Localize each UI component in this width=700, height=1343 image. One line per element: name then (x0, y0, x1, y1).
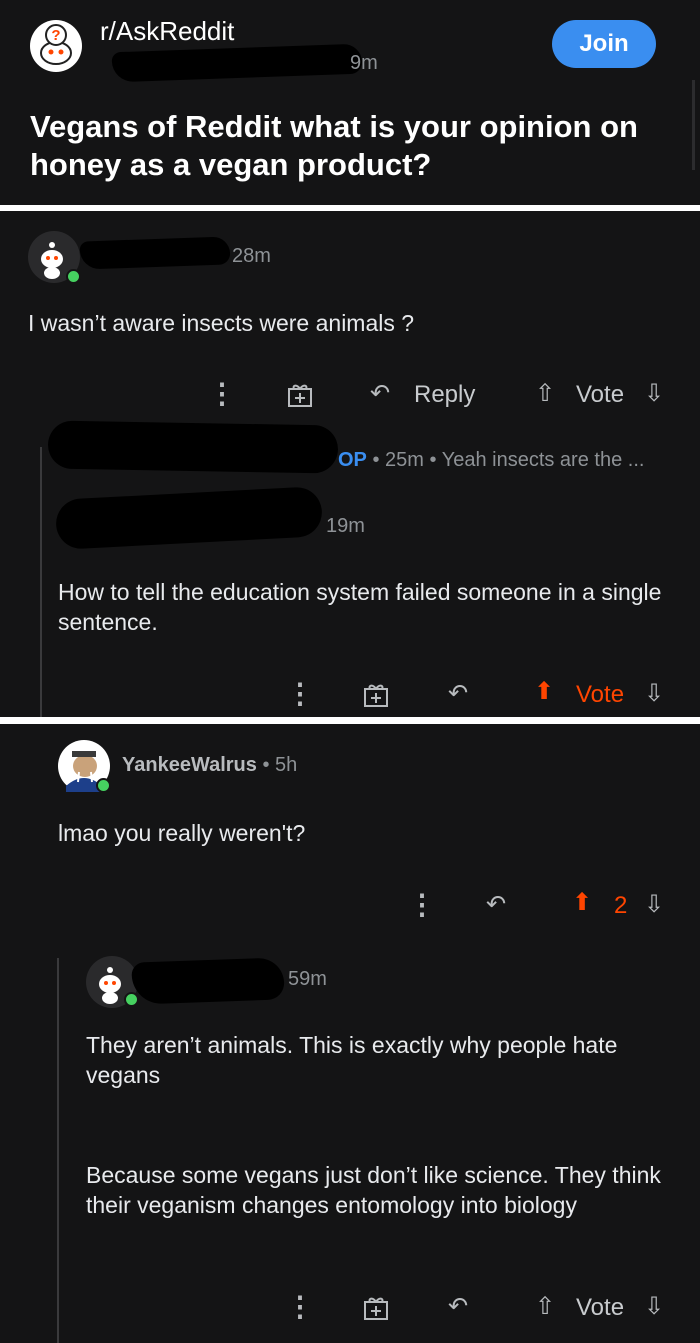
upvote-icon[interactable]: ⇧ (535, 1292, 555, 1321)
post-header: ? r/AskReddit 9m Join Vegans of Reddit w… (0, 0, 700, 205)
award-icon[interactable] (362, 681, 390, 716)
thread-line (40, 447, 42, 717)
award-icon[interactable] (286, 381, 314, 416)
reply-button[interactable]: Reply (414, 381, 475, 409)
downvote-icon[interactable]: ⇩ (644, 379, 664, 408)
collapsed-time: 25m (385, 449, 424, 471)
redacted-collapsed-user (47, 420, 339, 474)
reply-icon[interactable]: ↶ (448, 679, 468, 708)
collapsed-preview: Yeah insects are the ... (441, 449, 645, 471)
subreddit-avatar[interactable]: ? (30, 20, 82, 72)
collapsed-comment-meta[interactable]: OP • 25m • Yeah insects are the ... (338, 449, 644, 472)
redacted-username (79, 236, 231, 270)
meta-separator: • (262, 754, 276, 776)
username[interactable]: YankeeWalrus (122, 754, 257, 776)
online-indicator (96, 778, 111, 793)
vote-label: Vote (576, 1294, 625, 1321)
downvote-icon[interactable]: ⇩ (644, 679, 664, 708)
meta-separator: • (429, 449, 442, 471)
join-button[interactable]: Join (552, 20, 656, 68)
upvote-icon[interactable]: ⇧ (535, 379, 555, 408)
comment-time: 19m (326, 515, 365, 537)
comment-time: 5h (275, 754, 298, 776)
redacted-username (111, 43, 363, 83)
upvote-icon-active[interactable]: ⬆ (534, 677, 554, 706)
snoo-question-icon: ? (40, 24, 72, 65)
comment-time: 28m (232, 245, 271, 267)
reply-icon[interactable]: ↶ (448, 1292, 468, 1321)
meta-separator: • (372, 449, 386, 471)
scrollbar[interactable] (692, 80, 695, 170)
upvote-icon-active[interactable]: ⬆ (572, 888, 592, 917)
comment-body: How to tell the education system failed … (58, 579, 662, 635)
downvote-icon[interactable]: ⇩ (644, 1292, 664, 1321)
vote-count: 2 (614, 892, 628, 919)
comment-body-paragraph-1: They aren’t animals. This is exactly why… (86, 1032, 618, 1088)
online-indicator (124, 992, 139, 1007)
reply-icon[interactable]: ↶ (486, 890, 506, 919)
thread-line (57, 958, 59, 1343)
comment-thread-1: 28m I wasn’t aware insects were animals … (0, 211, 700, 717)
more-options-icon[interactable]: ⋮ (208, 377, 236, 410)
online-indicator (66, 269, 81, 284)
comment-body: lmao you really weren't? (58, 820, 306, 846)
post-title[interactable]: Vegans of Reddit what is your opinion on… (30, 108, 670, 184)
reply-icon[interactable]: ↶ (370, 379, 390, 408)
comment-thread-2: YankeeWalrus • 5h lmao you really weren'… (0, 724, 700, 1343)
redacted-username (131, 957, 285, 1005)
vote-label: Vote (576, 381, 625, 408)
comment-body-paragraph-2: Because some vegans just don’t like scie… (86, 1162, 661, 1218)
vote-label: Vote (576, 681, 625, 708)
post-time: 9m (350, 52, 378, 74)
comment-body: I wasn’t aware insects were animals ? (28, 310, 415, 336)
more-options-icon[interactable]: ⋮ (408, 888, 436, 921)
downvote-icon[interactable]: ⇩ (644, 890, 664, 919)
more-options-icon[interactable]: ⋮ (286, 677, 314, 710)
subreddit-name[interactable]: r/AskReddit (100, 16, 234, 47)
more-options-icon[interactable]: ⋮ (286, 1290, 314, 1323)
svg-text:?: ? (51, 27, 60, 44)
comment-meta: YankeeWalrus • 5h (122, 754, 297, 777)
comment-time: 59m (288, 968, 327, 990)
award-icon[interactable] (362, 1294, 390, 1329)
divider (0, 717, 700, 724)
op-badge: OP (338, 449, 367, 471)
redacted-username (54, 486, 324, 550)
